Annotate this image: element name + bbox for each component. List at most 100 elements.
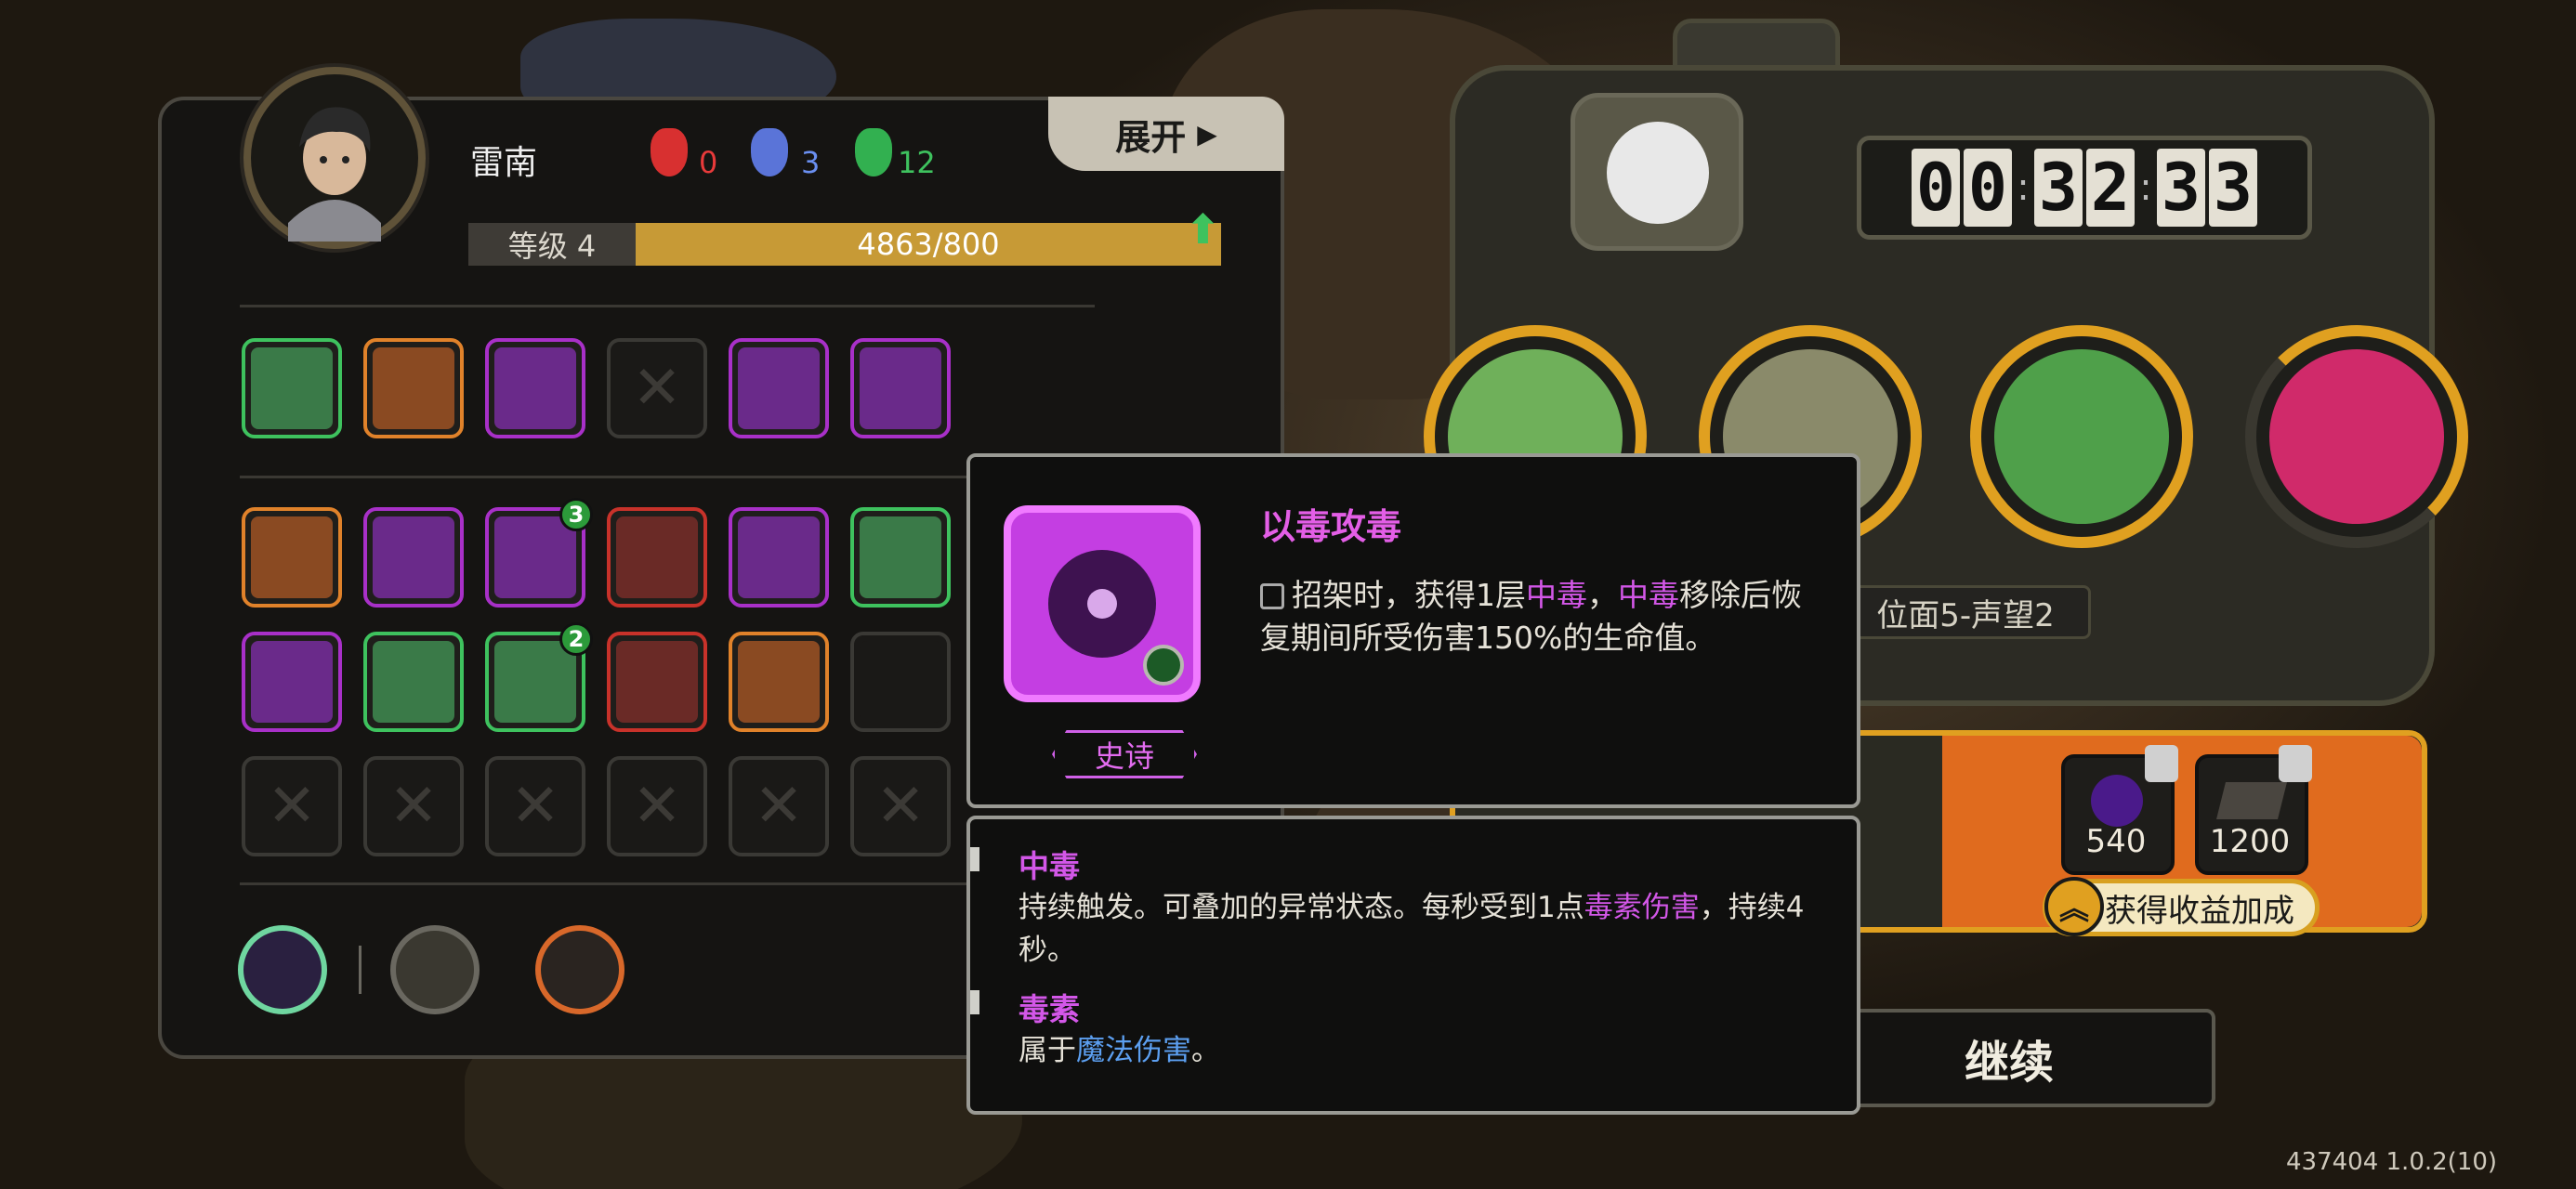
xp-text: 4863/800: [857, 227, 1000, 262]
empty-slot-icon: ✕: [388, 772, 439, 841]
skill-slot[interactable]: ✕: [607, 756, 707, 856]
red-infinity-icon: [616, 641, 698, 723]
red-mask-count: 0: [699, 145, 718, 180]
level-up-arrow-icon[interactable]: ⬆: [1186, 206, 1223, 254]
tooltip-description: 招架时，获得1层中毒，中毒移除后恢复期间所受伤害150%的生命值。: [1260, 574, 1827, 660]
empty-slot-icon: ✕: [875, 772, 926, 841]
poison-eye-icon: [1004, 505, 1201, 702]
pupil-shape: [1087, 589, 1117, 619]
continue-label: 继续: [1964, 1037, 2054, 1089]
desc-text: 招架时，获得1层: [1292, 577, 1526, 613]
keyword-text: 。: [1191, 1034, 1220, 1067]
keyword-marker: [970, 847, 979, 871]
stage-node-3[interactable]: [1970, 325, 2193, 548]
empty-slot-icon: ✕: [510, 772, 560, 841]
skill-slot[interactable]: [242, 507, 342, 608]
keyword-poison: 中毒: [1618, 577, 1679, 613]
equipment-slot[interactable]: [242, 338, 342, 438]
boss-portrait[interactable]: [1571, 93, 1743, 251]
expand-label: 展开: [1115, 116, 1187, 158]
hero-name: 雷南: [470, 144, 538, 182]
reward-value: 1200: [2209, 823, 2291, 860]
timer-digit: 0: [1964, 149, 2012, 227]
skill-slot[interactable]: [607, 632, 707, 732]
equipment-slot[interactable]: [729, 338, 829, 438]
equipment-slot[interactable]: [850, 338, 951, 438]
lock-icon: [2279, 745, 2312, 782]
green-demon-mask-icon: [855, 128, 892, 176]
region-label: 位面5-声望2: [1840, 585, 2091, 639]
equipment-slot[interactable]: ✕: [607, 338, 707, 438]
reward-value: 540: [2085, 823, 2147, 860]
skill-slot[interactable]: 3: [485, 498, 593, 608]
stack-count-badge: 3: [559, 498, 593, 531]
timer-digit: 3: [2034, 149, 2083, 227]
timer-digit: 3: [2157, 149, 2205, 227]
swirl-emblem-icon[interactable]: [238, 925, 327, 1014]
skill-slot[interactable]: [850, 632, 951, 732]
keyword-magic-damage: 魔法伤害: [1076, 1034, 1191, 1067]
timer-colon: :: [2139, 166, 2152, 209]
timer-colon: :: [2017, 166, 2030, 209]
empty-slot-icon: ✕: [632, 354, 682, 423]
blue-demon-mask-icon: [751, 128, 788, 176]
rarity-tag: 史诗: [1052, 730, 1197, 778]
purple-spike-orb-icon: [738, 516, 820, 598]
level-label: 等级 4: [468, 223, 636, 266]
chevron-up-icon: ︽: [2044, 877, 2104, 936]
poison-drip-icon: [494, 641, 576, 723]
lightning-bullet-icon: [251, 641, 333, 723]
run-timer: 0 0 : 3 2 : 3 3: [1857, 136, 2312, 240]
bonus-label: 获得收益加成: [2105, 892, 2294, 930]
skill-slot[interactable]: [729, 507, 829, 608]
skill-slot[interactable]: [363, 632, 464, 732]
skill-slot[interactable]: [729, 632, 829, 732]
skill-slot[interactable]: ✕: [363, 756, 464, 856]
skill-slot[interactable]: [363, 507, 464, 608]
timer-digit: 2: [2086, 149, 2135, 227]
lock-icon: [2145, 745, 2178, 782]
separator: [359, 946, 361, 994]
skill-slot[interactable]: 2: [485, 622, 593, 732]
play-arrow-icon: ▶: [1197, 118, 1217, 150]
purple-eye-orb-icon: [494, 347, 576, 429]
crossed-daggers-icon[interactable]: [535, 925, 624, 1014]
stack-count-badge: 2: [559, 622, 593, 656]
poison-eye-icon: [860, 347, 941, 429]
purple-ghost-hands-icon: [373, 641, 454, 723]
keyword-body: 属于魔法伤害。: [1019, 1029, 1818, 1072]
hero-avatar[interactable]: [243, 67, 426, 249]
expand-button[interactable]: 展开 ▶: [1048, 97, 1284, 171]
divider: [240, 305, 1095, 307]
equipment-slot[interactable]: [485, 338, 585, 438]
crimson-burst-icon: [860, 641, 941, 723]
hero-portrait-icon: [253, 76, 416, 242]
keyword-marker: [970, 990, 979, 1014]
skill-slot[interactable]: [607, 507, 707, 608]
parry-shield-icon: [1260, 583, 1284, 609]
desc-text: ，: [1587, 577, 1618, 613]
timer-digit: 0: [1912, 149, 1960, 227]
flesh-spine-icon: [494, 516, 576, 598]
keyword-text: 属于: [1019, 1034, 1076, 1067]
purple-armor-icon: [738, 347, 820, 429]
rune-stone-icon[interactable]: [390, 925, 480, 1014]
purple-skull-icon: [738, 641, 820, 723]
skill-slot[interactable]: [242, 632, 342, 732]
purple-orb-icon: [2091, 775, 2143, 827]
skill-slot[interactable]: ✕: [850, 756, 951, 856]
green-shield-tooth-icon: [251, 516, 333, 598]
shield-icon: [1143, 645, 1184, 686]
empty-slot-icon: ✕: [267, 772, 317, 841]
green-mask-count: 12: [898, 145, 936, 180]
skill-slot[interactable]: ✕: [729, 756, 829, 856]
stage-node-4[interactable]: [2245, 325, 2468, 548]
keyword-text: 持续触发。可叠加的异常状态。每秒受到1点: [1019, 891, 1584, 924]
skill-slot[interactable]: [850, 507, 951, 608]
keyword-body: 持续触发。可叠加的异常状态。每秒受到1点毒素伤害，持续4秒。: [1019, 886, 1818, 972]
red-slash-icon: [860, 516, 941, 598]
duck-face-icon: [1607, 122, 1709, 224]
skill-slot[interactable]: ✕: [485, 756, 585, 856]
skill-slot[interactable]: ✕: [242, 756, 342, 856]
equipment-slot[interactable]: [363, 338, 464, 438]
